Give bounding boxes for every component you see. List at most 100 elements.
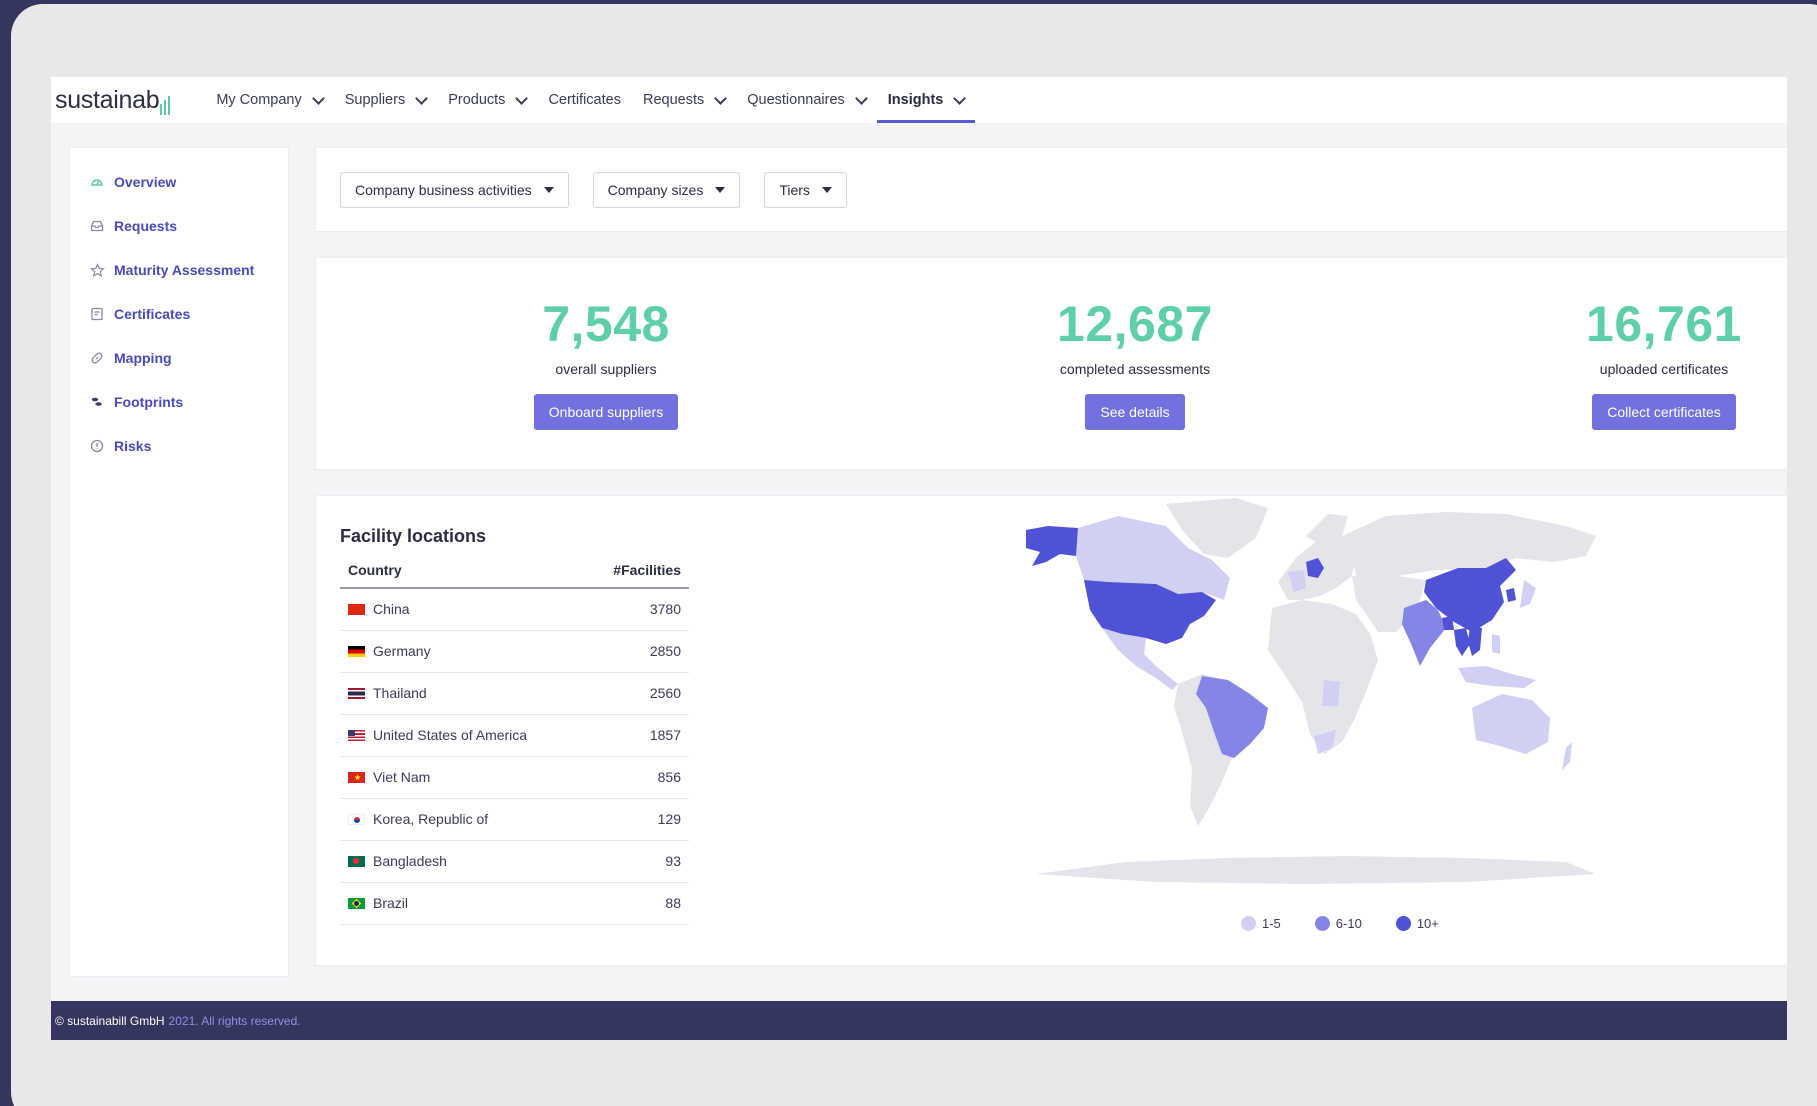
country-name: United States of America <box>373 727 528 743</box>
sidebar-item-overview[interactable]: Overview <box>70 160 288 204</box>
facility-count: 88 <box>584 882 689 925</box>
country-name: Bangladesh <box>373 853 447 869</box>
nav-item-products[interactable]: Products <box>437 77 537 123</box>
inbox-icon <box>88 217 106 235</box>
sidebar-item-risks[interactable]: Risks <box>70 424 288 468</box>
sidebar-item-footprints[interactable]: Footprints <box>70 380 288 424</box>
table-row: Brazil 88 <box>340 882 689 925</box>
stat-suppliers: 7,548 overall suppliers Onboard supplier… <box>456 296 756 430</box>
table-row: United States of America 1857 <box>340 714 689 757</box>
germany-flag-icon <box>348 646 365 657</box>
legend-dot <box>1314 916 1330 931</box>
japan-region[interactable] <box>1520 580 1536 608</box>
stat-certificates: 16,761 uploaded certificates Collect cer… <box>1514 296 1787 430</box>
russia-region[interactable] <box>1342 512 1596 576</box>
column-facilities[interactable]: #Facilities <box>584 552 689 589</box>
facility-count: 3780 <box>584 588 689 631</box>
gauge-icon <box>88 173 106 191</box>
country-name: Brazil <box>373 895 409 911</box>
nav-item-questionnaires[interactable]: Questionnaires <box>736 77 877 123</box>
stat-value: 7,548 <box>542 296 670 352</box>
footprints-icon <box>88 393 106 411</box>
stat-value: 12,687 <box>1057 296 1213 352</box>
australia-region[interactable] <box>1472 694 1550 754</box>
brand-name: sustainab <box>55 85 160 114</box>
legend-dot <box>1395 916 1411 931</box>
chevron-down-icon <box>854 91 868 105</box>
legend-dot <box>1241 916 1256 931</box>
brazil-flag-icon <box>348 898 365 909</box>
stat-label: overall suppliers <box>555 361 657 377</box>
indonesia-region[interactable] <box>1458 666 1536 688</box>
stat-label: uploaded certificates <box>1599 361 1729 377</box>
thailand-region[interactable] <box>1454 628 1470 656</box>
country-name: Germany <box>373 643 431 659</box>
china-flag-icon <box>348 604 365 616</box>
table-row: Thailand 2560 <box>340 672 689 715</box>
legend-item-10-plus[interactable]: 10+ <box>1395 916 1439 931</box>
sidebar-item-label: Requests <box>114 218 178 234</box>
chevron-down-icon <box>415 91 429 105</box>
nav-items: My Company Suppliers Products Certificat… <box>205 77 975 123</box>
africa-region[interactable] <box>1268 600 1378 754</box>
country-name: Korea, Republic of <box>373 811 489 827</box>
table-row: Bangladesh 93 <box>340 840 689 883</box>
sidebar-item-requests[interactable]: Requests <box>70 204 288 248</box>
nav-item-requests[interactable]: Requests <box>632 77 736 123</box>
caret-down-icon <box>543 186 554 193</box>
nav-item-suppliers[interactable]: Suppliers <box>334 77 437 123</box>
chevron-down-icon <box>953 91 967 105</box>
table-row: Germany 2850 <box>340 630 689 673</box>
nav-item-my-company[interactable]: My Company <box>205 77 333 123</box>
korea-region[interactable] <box>1506 588 1516 602</box>
country-name: Viet Nam <box>373 769 431 785</box>
sidebar-item-label: Certificates <box>114 306 191 322</box>
philippines-region[interactable] <box>1492 634 1500 654</box>
facility-count: 129 <box>584 798 689 841</box>
chevron-down-icon <box>311 91 325 105</box>
new-zealand-region[interactable] <box>1562 742 1572 770</box>
sidebar-item-label: Risks <box>114 438 152 454</box>
world-map <box>1026 498 1596 884</box>
legend-item-1-5[interactable]: 1-5 <box>1241 916 1281 931</box>
country-name: Thailand <box>373 685 427 701</box>
facility-count: 1857 <box>584 714 689 757</box>
sidebar-item-label: Mapping <box>114 350 172 366</box>
stats-panel: 7,548 overall suppliers Onboard supplier… <box>315 257 1787 470</box>
africa-east-region[interactable] <box>1322 680 1340 706</box>
country-name: China <box>373 601 410 618</box>
tiers-dropdown[interactable]: Tiers <box>764 171 847 208</box>
nav-item-insights[interactable]: Insights <box>876 77 976 123</box>
alaska-region[interactable] <box>1026 526 1078 566</box>
alert-circle-icon <box>88 437 106 455</box>
see-details-button[interactable]: See details <box>1085 394 1185 430</box>
korea-flag-icon <box>348 814 365 825</box>
filter-bar: Company business activities Company size… <box>315 147 1787 232</box>
vietnam-region[interactable] <box>1468 626 1482 656</box>
antarctica-region[interactable] <box>1036 856 1596 884</box>
column-country[interactable]: Country <box>340 552 585 589</box>
nav-item-certificates[interactable]: Certificates <box>537 77 632 123</box>
sidebar-item-mapping[interactable]: Mapping <box>70 336 288 380</box>
chevron-down-icon <box>515 91 529 105</box>
sidebar-item-certificates[interactable]: Certificates <box>70 292 288 336</box>
table-row: Korea, Republic of 129 <box>340 798 689 841</box>
facility-count: 856 <box>584 756 689 799</box>
sidebar-item-label: Maturity Assessment <box>114 262 255 278</box>
facility-count: 2850 <box>584 630 689 673</box>
onboard-suppliers-button[interactable]: Onboard suppliers <box>533 394 679 430</box>
link-icon <box>88 349 106 367</box>
brand-logo[interactable]: sustainab <box>55 85 171 115</box>
sidebar-item-label: Footprints <box>114 394 184 410</box>
caret-down-icon <box>821 186 832 193</box>
legend-item-6-10[interactable]: 6-10 <box>1314 916 1362 931</box>
collect-certificates-button[interactable]: Collect certificates <box>1592 394 1736 430</box>
panel-title: Facility locations <box>340 526 487 546</box>
stat-label: completed assessments <box>1059 361 1211 377</box>
sidebar-item-maturity-assessment[interactable]: Maturity Assessment <box>70 248 288 292</box>
footer-rights: 2021. All rights reserved. <box>168 1013 301 1028</box>
company-sizes-dropdown[interactable]: Company sizes <box>592 171 741 208</box>
bangladesh-flag-icon <box>348 856 365 867</box>
stat-assessments: 12,687 completed assessments See details <box>985 296 1285 430</box>
business-activities-dropdown[interactable]: Company business activities <box>340 171 569 208</box>
